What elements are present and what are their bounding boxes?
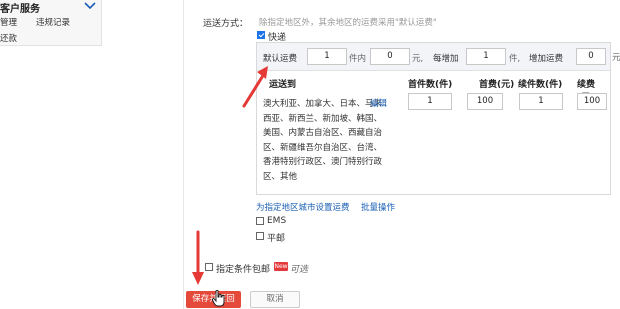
header-first-fee: 首费(元) [479,80,515,90]
unit-within: 件内 [349,54,367,64]
new-badge: New [274,262,288,271]
ems-label: EMS [267,216,287,226]
shipping-method-label: 运送方式： [203,19,249,29]
first-qty-input[interactable]: 1 [307,48,347,65]
default-fee-label: 默认运费 [263,54,298,64]
surface-mail-checkbox[interactable] [256,232,264,240]
default-fee-row: 默认运费 1 件内 0 元, 每增加 1 件, 增加运费 0 [257,43,610,71]
header-first-qty: 首件数(件) [408,80,453,90]
row-add-fee-input[interactable]: 100 [577,93,607,110]
first-fee-input[interactable]: 0 [370,48,410,65]
sidebar: 客户服务 管理 违规记录 还款 [0,0,102,46]
surface-mail-label: 平邮 [267,234,286,244]
sidebar-title[interactable]: 客户服务 [0,0,40,15]
conditional-free-label: 指定条件包邮 [216,265,271,275]
cancel-button[interactable]: 取消 [250,291,300,308]
divider [183,0,184,309]
optional-label: 可选 [290,265,309,275]
express-checkbox[interactable] [257,31,265,39]
header-ship-to: 运送到 [269,80,297,90]
ems-checkbox[interactable] [256,217,264,225]
set-city-fee-link[interactable]: 为指定地区城市设置运费 [256,201,350,213]
row-add-qty-input[interactable]: 1 [519,93,563,110]
add-fee-label: 增加运费 [529,54,564,64]
unit-piece: 件, [509,54,521,64]
sidebar-item-manage[interactable]: 管理 [0,16,17,28]
hand-cursor-icon [212,290,225,307]
arrow-to-save [192,230,204,285]
add-qty-input[interactable]: 1 [466,48,506,65]
row-first-qty-input[interactable]: 1 [408,93,452,110]
add-fee-input[interactable]: 0 [576,48,606,65]
chevron-down-icon[interactable] [84,2,96,10]
each-add-label: 每增加 [433,54,459,64]
express-panel: 默认运费 1 件内 0 元, 每增加 1 件, 增加运费 0 运送到 首件数(件… [256,42,611,195]
batch-operation-link[interactable]: 批量操作 [361,201,395,213]
sidebar-item-repayment[interactable]: 还款 [0,32,17,44]
shipping-hint: 除指定地区外，其余地区的运费采用"默认运费" [259,18,437,28]
row-first-fee-input[interactable]: 100 [467,93,503,110]
edit-link[interactable]: 编辑 [370,97,387,109]
sidebar-item-violations[interactable]: 违规记录 [36,16,70,28]
conditional-free-checkbox[interactable] [205,263,213,271]
unit-yuan: 元, [412,54,424,64]
header-add-qty: 续件数(件) [518,80,563,90]
region-list: 澳大利亚、加拿大、日本、马来西亚、新西兰、新加坡、韩国、美国、内蒙古自治区、西藏… [263,99,383,182]
unit-yuan-2: 元 [612,53,620,63]
